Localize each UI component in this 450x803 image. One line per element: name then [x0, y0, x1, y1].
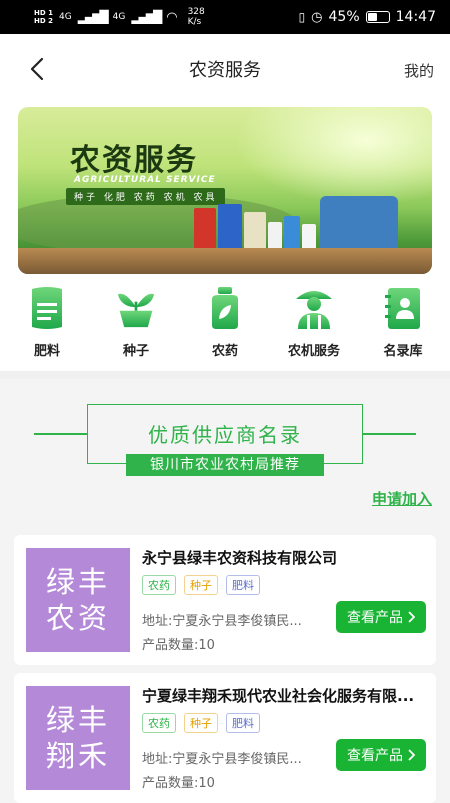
- category-label: 肥料: [33, 344, 60, 359]
- category-directory[interactable]: 名录库: [370, 284, 436, 364]
- hd2-label: HD 2: [34, 17, 53, 25]
- logo-line: 绿丰: [45, 703, 110, 737]
- signal-icon: ▂▄▆█: [77, 10, 109, 24]
- view-products-button[interactable]: 查看产品: [336, 601, 426, 633]
- supplier-section-subtitle: 银川市农业农村局推荐: [126, 454, 324, 476]
- clock: 14:47: [395, 9, 436, 25]
- vibrate-icon: ▯: [298, 10, 306, 24]
- battery-percent: 45%: [328, 9, 360, 25]
- battery-icon: [365, 11, 390, 23]
- supplier-card[interactable]: 绿丰 翔禾 宁夏绿丰翔禾现代农业社会化服务有限... 农药 种子 肥料 地址:宁…: [14, 673, 436, 803]
- app-header: 农资服务 我的: [0, 34, 450, 104]
- category-machinery[interactable]: 农机服务: [281, 284, 347, 364]
- product-bag-image: [218, 204, 242, 252]
- supplier-address: 地址:宁夏永宁县李俊镇民...: [142, 752, 302, 767]
- category-icons: 肥料 种子 农药 农机服务 名录库: [0, 284, 450, 364]
- logo-line: 翔禾: [45, 739, 110, 773]
- speed-unit: K/s: [187, 17, 202, 27]
- tag-seed: 种子: [184, 713, 218, 733]
- category-label: 种子: [122, 344, 149, 359]
- alarm-icon: ◷: [311, 9, 323, 25]
- wifi-icon: ◠: [166, 9, 178, 25]
- supplier-section-header: 优质供应商名录 银川市农业农村局推荐 申请加入: [0, 380, 450, 525]
- speed-value: 328: [187, 7, 205, 17]
- farmer-icon: [294, 284, 334, 332]
- back-button[interactable]: [22, 54, 52, 84]
- supplier-logo: 绿丰 农资: [26, 548, 130, 652]
- tag-fertilizer: 肥料: [226, 575, 260, 595]
- apply-join-link[interactable]: 申请加入: [372, 488, 432, 509]
- chevron-right-icon: [408, 611, 415, 623]
- hd1-label: HD 1: [34, 9, 53, 17]
- seedling-icon: [116, 284, 156, 332]
- decor-line-left: [34, 433, 88, 435]
- supplier-tags: 农药 种子 肥料: [142, 575, 260, 595]
- logo-line: 农资: [45, 601, 110, 635]
- chevron-right-icon: [408, 749, 415, 761]
- view-products-label: 查看产品: [347, 610, 403, 626]
- tag-seed: 种子: [184, 575, 218, 595]
- supplier-card[interactable]: 绿丰 农资 永宁县绿丰农资科技有限公司 农药 种子 肥料 地址:宁夏永宁县李俊镇…: [14, 535, 436, 665]
- product-bag-image: [194, 208, 216, 252]
- network-speed: 328 K/s: [188, 7, 205, 27]
- section-divider: [0, 371, 450, 379]
- category-pesticide[interactable]: 农药: [192, 284, 258, 364]
- mine-link[interactable]: 我的: [404, 60, 434, 81]
- banner-title: 农资服务: [70, 143, 198, 178]
- hd-indicator: HD 1 HD 2: [34, 9, 53, 25]
- supplier-name: 宁夏绿丰翔禾现代农业社会化服务有限...: [142, 687, 415, 705]
- tag-fertilizer: 肥料: [226, 713, 260, 733]
- supplier-address: 地址:宁夏永宁县李俊镇民...: [142, 614, 302, 629]
- category-label: 农机服务: [287, 344, 340, 359]
- supplier-name: 永宁县绿丰农资科技有限公司: [142, 549, 338, 567]
- status-bar: HD 1 HD 2 4G ▂▄▆█ 4G ▂▄▆█ ◠ 328 K/s ▯ ◷ …: [0, 0, 450, 34]
- chevron-left-icon: [30, 57, 44, 81]
- product-bag-image: [244, 212, 266, 252]
- category-label: 农药: [211, 344, 238, 359]
- banner-tags: 种子 化肥 农药 农机 农具: [66, 188, 226, 205]
- page-title: 农资服务: [189, 60, 261, 81]
- banner-ground: [18, 248, 432, 274]
- network-2-label: 4G: [112, 12, 126, 22]
- product-count: 产品数量:10: [142, 776, 215, 791]
- harvester-image: [320, 196, 398, 252]
- tag-pesticide: 农药: [142, 575, 176, 595]
- view-products-label: 查看产品: [347, 748, 403, 764]
- supplier-tags: 农药 种子 肥料: [142, 713, 260, 733]
- category-seed[interactable]: 种子: [103, 284, 169, 364]
- category-fertilizer[interactable]: 肥料: [14, 284, 80, 364]
- category-label: 名录库: [383, 344, 423, 359]
- tag-pesticide: 农药: [142, 713, 176, 733]
- top-section: 农资服务 AGRICULTURAL SERVICE 种子 化肥 农药 农机 农具…: [0, 104, 450, 379]
- product-count: 产品数量:10: [142, 638, 215, 653]
- logo-line: 绿丰: [45, 565, 110, 599]
- network-1-label: 4G: [58, 12, 72, 22]
- fertilizer-bag-icon: [27, 284, 67, 332]
- signal-icon: ▂▄▆█: [131, 10, 162, 24]
- directory-book-icon: [383, 284, 423, 332]
- promo-banner[interactable]: 农资服务 AGRICULTURAL SERVICE 种子 化肥 农药 农机 农具: [18, 107, 432, 274]
- product-bottle-image: [284, 216, 300, 252]
- banner-subtitle: AGRICULTURAL SERVICE: [74, 175, 216, 185]
- pesticide-bottle-icon: [205, 284, 245, 332]
- supplier-logo: 绿丰 翔禾: [26, 686, 130, 790]
- view-products-button[interactable]: 查看产品: [336, 739, 426, 771]
- decor-line-right: [362, 433, 416, 435]
